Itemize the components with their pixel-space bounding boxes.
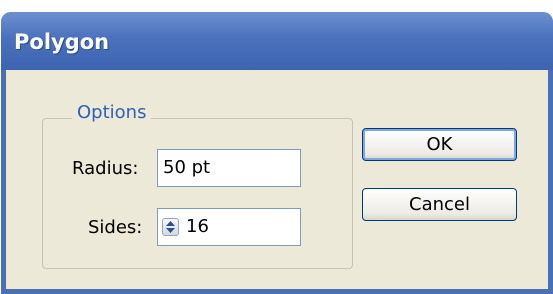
radius-input[interactable]: 50 pt: [157, 149, 301, 187]
radius-label: Radius:: [72, 158, 139, 179]
ok-button[interactable]: OK: [362, 128, 517, 161]
up-down-arrows-icon[interactable]: [162, 218, 179, 236]
options-group-label: Options: [72, 102, 152, 123]
sides-value: 16: [186, 216, 209, 237]
options-group: [42, 118, 353, 269]
sides-label: Sides:: [88, 217, 143, 238]
polygon-dialog-window: Polygon Options Radius: 50 pt Sides: 16 …: [1, 12, 553, 294]
title-bar[interactable]: Polygon: [1, 12, 553, 70]
sides-input[interactable]: 16: [157, 208, 301, 246]
dialog-client-area: Options Radius: 50 pt Sides: 16 OK Cance…: [6, 70, 548, 289]
dialog-title: Polygon: [14, 30, 110, 54]
cancel-button[interactable]: Cancel: [362, 188, 517, 221]
